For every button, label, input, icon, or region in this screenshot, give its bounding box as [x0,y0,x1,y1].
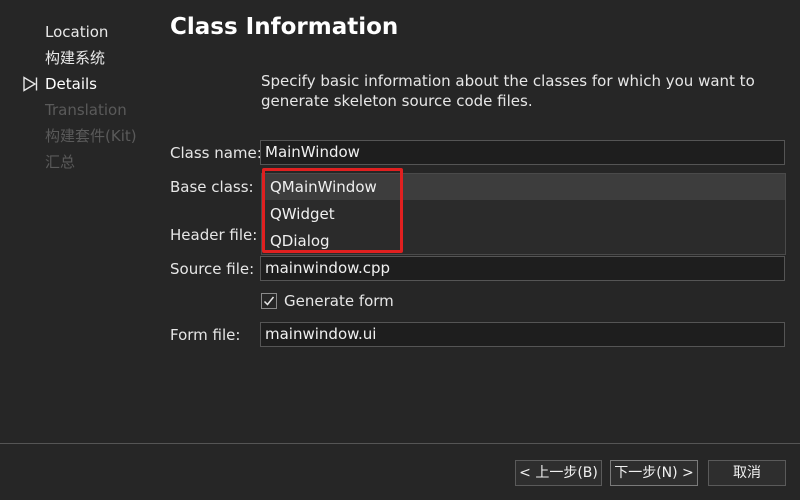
base-class-label: Base class: [170,178,254,196]
step-build-system: 构建系统 [45,49,106,67]
option-qwidget[interactable]: QWidget [262,201,785,227]
form-file-input[interactable]: mainwindow.ui [260,322,785,347]
step-summary: 汇总 [45,153,76,171]
triangle-right-icon [23,76,38,92]
page-title: Class Information [170,14,399,40]
class-name-label: Class name: [170,144,262,162]
next-button[interactable]: 下一步(N) > [610,460,698,486]
source-file-label: Source file: [170,260,255,278]
checkmark-icon [263,296,275,306]
step-translation: Translation [45,101,127,119]
option-qdialog[interactable]: QDialog [262,228,785,254]
source-file-input[interactable]: mainwindow.cpp [260,256,785,281]
step-location: Location [45,23,109,41]
back-button[interactable]: < 上一步(B) [515,460,602,486]
generate-form-label[interactable]: Generate form [284,292,394,310]
header-file-label: Header file: [170,226,258,244]
wizard-dialog: Location 构建系统 Details Translation 构建套件(K… [0,0,800,500]
page-description: Specify basic information about the clas… [261,72,755,110]
cancel-button[interactable]: 取消 [708,460,786,486]
class-name-input[interactable]: MainWindow [260,140,785,165]
step-details: Details [45,75,98,93]
base-class-dropdown[interactable]: QMainWindow QWidget QDialog [261,173,786,255]
form-file-label: Form file: [170,326,241,344]
generate-form-checkbox[interactable] [261,293,277,309]
option-qmainwindow[interactable]: QMainWindow [262,174,785,200]
footer-divider [0,443,800,444]
step-kit: 构建套件(Kit) [45,127,137,145]
